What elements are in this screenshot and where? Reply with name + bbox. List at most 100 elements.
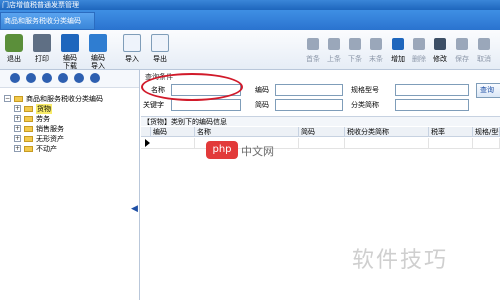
last-button[interactable]: 末条 [366, 34, 386, 68]
grid-cell[interactable] [473, 138, 500, 149]
title-bar: 门店增值税普通发票管理 [0, 0, 500, 10]
cancel-button[interactable]: 取消 [474, 34, 494, 68]
tree-item-goods[interactable]: + 货物 [2, 104, 138, 114]
grid-col-short-code[interactable]: 简码 [299, 127, 345, 137]
php-badge-text: php [212, 144, 232, 155]
tree-item-expander[interactable]: + [14, 115, 21, 122]
tree-item-services[interactable]: + 劳务 [2, 114, 138, 124]
next-button[interactable]: 下条 [345, 34, 365, 68]
grid-col-code[interactable]: 编码 [151, 127, 195, 137]
category-tree: − 商品和服务税收分类编码 + 货物 + 劳务 + 销售服务 + 无形资产 + [2, 94, 138, 154]
keyword-label: 关键字 [143, 101, 164, 109]
last-icon [370, 38, 382, 50]
import-code-button[interactable]: 编码 导入 [85, 34, 111, 70]
grid-cell[interactable] [345, 138, 429, 149]
folder-icon [14, 96, 23, 102]
grid-col-selector [141, 127, 151, 137]
add-icon [392, 38, 404, 50]
grid-col-spec[interactable]: 规格/型号 [473, 127, 500, 137]
collapse-left-icon[interactable]: ◀ [131, 204, 138, 214]
tax-category-input[interactable] [395, 99, 469, 111]
print-button[interactable]: 打印 [30, 34, 54, 68]
tree-item-expander[interactable]: + [14, 105, 21, 112]
expand-icon[interactable] [74, 73, 84, 83]
tab-tax-codes[interactable]: 商品和服务税收分类编码 [0, 12, 95, 30]
highlight-oval [141, 73, 243, 101]
import-icon [123, 34, 141, 52]
add-button[interactable]: 增加 [388, 34, 408, 68]
tree-item-real-estate[interactable]: + 不动产 [2, 144, 138, 154]
first-label: 首条 [306, 55, 320, 63]
export-button[interactable]: 导出 [148, 34, 172, 68]
refresh-icon[interactable] [58, 73, 68, 83]
grid-cell[interactable] [429, 138, 473, 149]
delete-button[interactable]: 删除 [409, 34, 429, 68]
tree-root-expander[interactable]: − [4, 95, 11, 102]
tree-item-expander[interactable]: + [14, 145, 21, 152]
cancel-label: 取消 [477, 55, 491, 63]
download-code-label: 编码 下载 [63, 54, 77, 70]
short-code-input[interactable] [275, 99, 343, 111]
add-label: 增加 [391, 55, 405, 63]
grid-cell[interactable] [299, 138, 345, 149]
save-icon [456, 38, 468, 50]
export-label: 导出 [153, 55, 167, 63]
exit-icon [5, 34, 23, 52]
delete-icon [413, 38, 425, 50]
settings-icon[interactable] [90, 73, 100, 83]
spec-input[interactable] [395, 84, 469, 96]
save-label: 保存 [455, 55, 469, 63]
prev-button[interactable]: 上条 [324, 34, 344, 68]
query-button[interactable]: 查询 [476, 83, 500, 98]
delete-label: 删除 [412, 55, 426, 63]
add-node-icon[interactable] [10, 73, 20, 83]
tree-item-expander[interactable]: + [14, 135, 21, 142]
grid-col-name[interactable]: 名称 [195, 127, 299, 137]
remove-node-icon[interactable] [42, 73, 52, 83]
last-label: 末条 [369, 55, 383, 63]
first-button[interactable]: 首条 [303, 34, 323, 68]
tax-category-label: 分类简称 [351, 101, 379, 109]
cancel-icon [478, 38, 490, 50]
import-code-label: 编码 导入 [91, 54, 105, 70]
tree-item-sales-services[interactable]: + 销售服务 [2, 124, 138, 134]
grid-cell[interactable] [151, 138, 195, 149]
grid-header: 编码 名称 简码 税收分类简称 税率 规格/型号 [141, 127, 500, 137]
edit-button[interactable]: 修改 [430, 34, 450, 68]
prev-icon [328, 38, 340, 50]
grid-col-tax-rate[interactable]: 税率 [429, 127, 473, 137]
bottom-watermark: 软件技巧 [352, 242, 448, 274]
sidebar-tools [0, 70, 139, 88]
grid-col-tax-category[interactable]: 税收分类简称 [345, 127, 429, 137]
download-code-button[interactable]: 编码 下载 [57, 34, 83, 70]
keyword-input[interactable] [171, 99, 241, 111]
import-button[interactable]: 导入 [120, 34, 144, 68]
tree-item-expander[interactable]: + [14, 125, 21, 132]
folder-icon [24, 146, 33, 152]
print-icon [33, 34, 51, 52]
print-label: 打印 [35, 55, 49, 63]
download-icon [61, 34, 79, 52]
grid-title: 【货物】类别下的编码信息 [141, 116, 500, 126]
tree-item-intangibles[interactable]: + 无形资产 [2, 134, 138, 144]
exit-button[interactable]: 退出 [2, 34, 26, 68]
save-button[interactable]: 保存 [452, 34, 472, 68]
folder-icon [24, 106, 33, 112]
bottom-watermark-text: 软件技巧 [352, 248, 449, 273]
code-input[interactable] [275, 84, 343, 96]
up-icon[interactable] [26, 73, 36, 83]
tree-item-label: 劳务 [36, 115, 50, 123]
tree-item-label: 销售服务 [36, 125, 64, 133]
tree-root[interactable]: − 商品和服务税收分类编码 [2, 94, 138, 104]
tree-item-label: 不动产 [36, 145, 57, 153]
php-watermark-text: 中文网 [241, 145, 274, 158]
php-watermark: 中文网 [241, 143, 274, 159]
tree-root-label: 商品和服务税收分类编码 [26, 95, 103, 103]
import-code-icon [89, 34, 107, 52]
folder-icon [24, 116, 33, 122]
table-row[interactable] [141, 138, 500, 149]
row-pointer-icon [145, 139, 150, 147]
window-title: 门店增值税普通发票管理 [2, 1, 79, 9]
tab-label: 商品和服务税收分类编码 [4, 17, 81, 25]
tab-bar: 商品和服务税收分类编码 [0, 10, 500, 30]
